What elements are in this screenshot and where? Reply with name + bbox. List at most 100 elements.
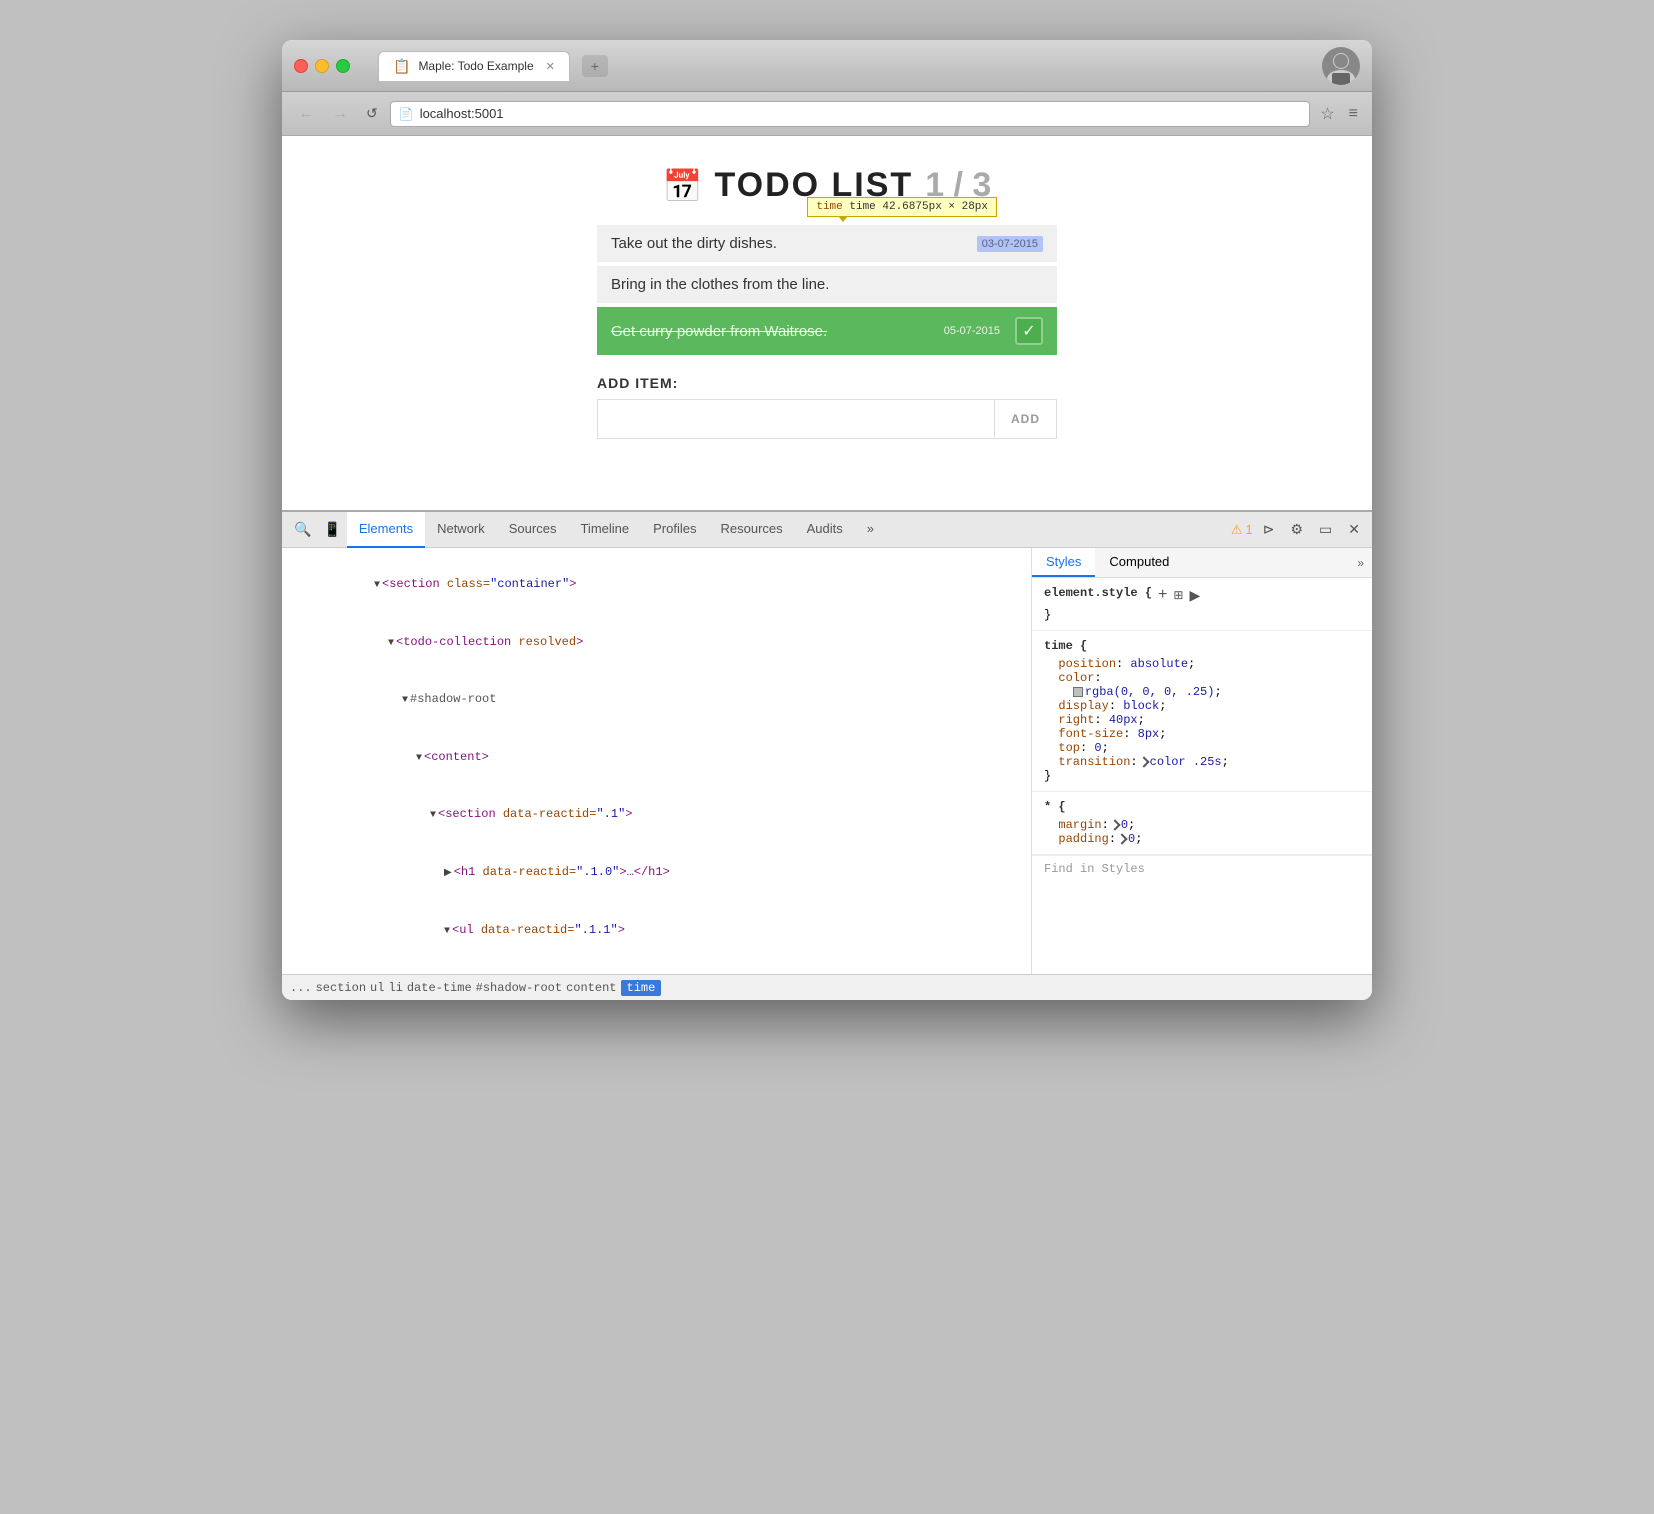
address-bar: ← → ↺ 📄 localhost:5001 ☆ ≡ bbox=[282, 92, 1372, 136]
style-prop-margin: margin:0; bbox=[1044, 818, 1360, 832]
devtools-search-icon[interactable]: 🔍 bbox=[288, 517, 317, 542]
warning-badge[interactable]: ⚠ 1 bbox=[1231, 522, 1253, 538]
back-button[interactable]: ← bbox=[292, 101, 320, 127]
dom-line[interactable]: ▼<section data-reactid=".1"> bbox=[282, 786, 1031, 844]
tab-more[interactable]: » bbox=[855, 512, 886, 548]
title-bar: 📋 Maple: Todo Example ✕ + bbox=[282, 40, 1372, 92]
devtools-close-icon[interactable]: ✕ bbox=[1342, 517, 1366, 542]
todo-item: Get curry powder from Waitrose. 05-07-20… bbox=[597, 307, 1057, 355]
star-selector: * { bbox=[1044, 800, 1360, 814]
time-selector-close: } bbox=[1044, 769, 1360, 783]
dom-line[interactable]: ▶<h1 data-reactid=".1.0">…</h1> bbox=[282, 844, 1031, 902]
star-style-block: * { margin:0; padding:0; bbox=[1032, 792, 1372, 855]
time-style-block: time { position: absolute; color: rgba(0… bbox=[1032, 631, 1372, 792]
breadcrumb-ellipsis[interactable]: ... bbox=[290, 981, 312, 995]
devtools-panel: 🔍 📱 Elements Network Sources Timeline Pr… bbox=[282, 510, 1372, 1000]
dom-line[interactable]: ▼<todo-collection resolved> bbox=[282, 614, 1031, 672]
dom-line[interactable]: ▼<content> bbox=[282, 729, 1031, 787]
style-prop-display: display: block; bbox=[1044, 699, 1360, 713]
devtools-icons: ⚠ 1 ⊳ ⚙ ▭ ✕ bbox=[1231, 517, 1366, 542]
element-style-block: element.style { + ⊞ ▶ } bbox=[1032, 578, 1372, 631]
browser-avatar bbox=[1322, 47, 1360, 85]
dom-panel[interactable]: ▼<section class="container"> ▼<todo-coll… bbox=[282, 548, 1032, 974]
tab-audits[interactable]: Audits bbox=[795, 512, 855, 548]
todo-check-button[interactable]: ✓ bbox=[1015, 317, 1043, 345]
browser-window: 📋 Maple: Todo Example ✕ + ← → ↺ 📄 localh… bbox=[282, 40, 1372, 1000]
todo-item-date: 03-07-2015 bbox=[977, 236, 1043, 252]
style-prop-right: right: 40px; bbox=[1044, 713, 1360, 727]
new-tab-button[interactable]: + bbox=[582, 55, 608, 77]
styles-selector: element.style { bbox=[1044, 586, 1152, 600]
breadcrumb-li[interactable]: li bbox=[388, 981, 402, 995]
devtools-tabs: 🔍 📱 Elements Network Sources Timeline Pr… bbox=[282, 512, 1372, 548]
todo-count: 1 / 3 bbox=[925, 166, 991, 205]
styles-action-bar: element.style { + ⊞ ▶ bbox=[1044, 586, 1360, 608]
todo-item: Take out the dirty dishes. 03-07-2015 ti… bbox=[597, 225, 1057, 262]
page-title: TODO LIST bbox=[714, 166, 913, 205]
dom-line[interactable]: ▼<ul data-reactid=".1.1"> bbox=[282, 901, 1031, 959]
close-button[interactable] bbox=[294, 59, 308, 73]
tab-profiles[interactable]: Profiles bbox=[641, 512, 708, 548]
browser-tab[interactable]: 📋 Maple: Todo Example ✕ bbox=[378, 51, 570, 81]
devtools-settings-icon[interactable]: ⚙ bbox=[1284, 517, 1309, 542]
minimize-button[interactable] bbox=[315, 59, 329, 73]
dom-breadcrumb: ... section ul li date-time #shadow-root… bbox=[282, 974, 1372, 1000]
add-item-button[interactable]: ADD bbox=[994, 400, 1056, 438]
tab-computed[interactable]: Computed bbox=[1095, 548, 1183, 577]
tab-styles[interactable]: Styles bbox=[1032, 548, 1095, 577]
tab-sources[interactable]: Sources bbox=[497, 512, 569, 548]
todo-header: 📅 TODO LIST 1 / 3 bbox=[663, 166, 992, 205]
tab-favicon-icon: 📋 bbox=[393, 58, 410, 75]
breadcrumb-ul[interactable]: ul bbox=[370, 981, 384, 995]
url-bar[interactable]: 📄 localhost:5001 bbox=[390, 101, 1311, 127]
breadcrumb-section[interactable]: section bbox=[316, 981, 366, 995]
devtools-expand-icon[interactable]: ⊳ bbox=[1257, 517, 1281, 542]
style-prop-top: top: 0; bbox=[1044, 741, 1360, 755]
find-in-styles[interactable]: Find in Styles bbox=[1032, 855, 1372, 882]
dom-line[interactable]: ▼<li class data-reactid=".1.1.0"> bbox=[282, 959, 1031, 974]
bookmark-button[interactable]: ☆ bbox=[1316, 100, 1338, 128]
url-text: localhost:5001 bbox=[420, 106, 504, 121]
style-prop-fontsize: font-size: 8px; bbox=[1044, 727, 1360, 741]
devtools-main: ▼<section class="container"> ▼<todo-coll… bbox=[282, 548, 1372, 974]
styles-tabs: Styles Computed » bbox=[1032, 548, 1372, 578]
add-item-row: ADD bbox=[597, 399, 1057, 439]
add-item-input[interactable] bbox=[598, 400, 994, 438]
add-item-label: ADD ITEM: bbox=[597, 375, 1057, 391]
maximize-button[interactable] bbox=[336, 59, 350, 73]
tab-close-icon[interactable]: ✕ bbox=[546, 60, 555, 73]
dom-line[interactable]: ▼<section class="container"> bbox=[282, 556, 1031, 614]
style-prop-transition: transition:color .25s; bbox=[1044, 755, 1360, 769]
tab-elements[interactable]: Elements bbox=[347, 512, 425, 548]
style-prop-position: position: absolute; bbox=[1044, 657, 1360, 671]
todo-item-text: Get curry powder from Waitrose. bbox=[611, 323, 939, 340]
add-class-button[interactable]: ⊞ bbox=[1173, 588, 1183, 602]
breadcrumb-time[interactable]: time bbox=[621, 980, 662, 996]
breadcrumb-content[interactable]: content bbox=[566, 981, 616, 995]
reload-button[interactable]: ↺ bbox=[360, 101, 384, 126]
breadcrumb-date-time[interactable]: date-time bbox=[407, 981, 472, 995]
url-document-icon: 📄 bbox=[399, 107, 414, 121]
styles-more[interactable]: » bbox=[1349, 550, 1372, 576]
traffic-lights bbox=[294, 59, 350, 73]
forward-button[interactable]: → bbox=[326, 101, 354, 127]
add-style-button[interactable]: + bbox=[1158, 586, 1167, 604]
menu-button[interactable]: ≡ bbox=[1345, 101, 1362, 127]
todo-item: Bring in the clothes from the line. bbox=[597, 266, 1057, 303]
play-animation-button[interactable]: ▶ bbox=[1189, 587, 1200, 604]
dom-line[interactable]: ▼#shadow-root bbox=[282, 671, 1031, 729]
tab-timeline[interactable]: Timeline bbox=[568, 512, 641, 548]
time-selector: time { bbox=[1044, 639, 1360, 653]
breadcrumb-shadow-root[interactable]: #shadow-root bbox=[476, 981, 562, 995]
styles-panel: Styles Computed » element.style { + ⊞ ▶ … bbox=[1032, 548, 1372, 974]
devtools-device-icon[interactable]: 📱 bbox=[317, 517, 346, 542]
tab-title: Maple: Todo Example bbox=[418, 59, 533, 73]
tab-resources[interactable]: Resources bbox=[708, 512, 794, 548]
style-prop-padding: padding:0; bbox=[1044, 832, 1360, 846]
devtools-dock-icon[interactable]: ▭ bbox=[1313, 517, 1338, 542]
tab-network[interactable]: Network bbox=[425, 512, 497, 548]
page-content: 📅 TODO LIST 1 / 3 Take out the dirty dis… bbox=[282, 136, 1372, 510]
add-item-section: ADD ITEM: ADD bbox=[597, 375, 1057, 439]
warning-count: 1 bbox=[1246, 522, 1253, 537]
warning-icon: ⚠ bbox=[1231, 522, 1243, 538]
